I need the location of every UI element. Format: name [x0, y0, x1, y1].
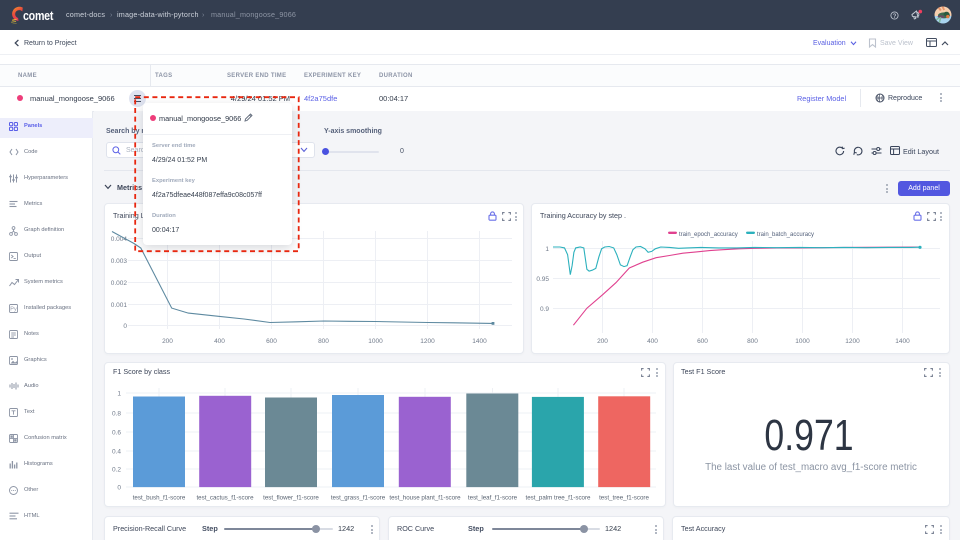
svg-text:0.004: 0.004 — [111, 236, 128, 243]
svg-text:test_flower_f1-score: test_flower_f1-score — [263, 495, 319, 502]
svg-text:0: 0 — [117, 484, 121, 491]
svg-text:200: 200 — [597, 338, 608, 345]
svg-text:test_palm tree_f1-score: test_palm tree_f1-score — [526, 495, 592, 502]
svg-text:600: 600 — [697, 338, 708, 345]
svg-text:800: 800 — [747, 338, 758, 345]
svg-text:0.6: 0.6 — [112, 429, 121, 436]
svg-text:test_grass_f1-score: test_grass_f1-score — [331, 495, 386, 502]
svg-text:0.001: 0.001 — [111, 302, 128, 309]
svg-text:test_tree_f1-score: test_tree_f1-score — [599, 495, 649, 502]
svg-text:0.8: 0.8 — [112, 410, 121, 417]
svg-text:1200: 1200 — [420, 338, 435, 345]
svg-text:1200: 1200 — [845, 338, 860, 345]
svg-text:400: 400 — [214, 338, 225, 345]
svg-text:400: 400 — [647, 338, 658, 345]
svg-text:0.9: 0.9 — [540, 306, 549, 313]
svg-text:1000: 1000 — [795, 338, 810, 345]
svg-text:0.002: 0.002 — [111, 280, 128, 287]
svg-text:train_epoch_accuracy: train_epoch_accuracy — [679, 232, 738, 238]
svg-text:test_house plant_f1-score: test_house plant_f1-score — [389, 495, 461, 502]
svg-text:Py: Py — [10, 307, 17, 313]
svg-text:test_cactus_f1-score: test_cactus_f1-score — [196, 495, 254, 502]
svg-text:200: 200 — [162, 338, 173, 345]
svg-text:test_bush_f1-score: test_bush_f1-score — [133, 495, 186, 502]
svg-text:1400: 1400 — [472, 338, 487, 345]
svg-text:0: 0 — [123, 323, 127, 330]
svg-text:0.003: 0.003 — [111, 258, 128, 265]
svg-text:0.95: 0.95 — [536, 276, 549, 283]
svg-text:1000: 1000 — [368, 338, 383, 345]
svg-text:0.4: 0.4 — [112, 448, 121, 455]
svg-text:1: 1 — [117, 390, 121, 397]
svg-text:800: 800 — [318, 338, 329, 345]
svg-text:600: 600 — [266, 338, 277, 345]
svg-text:0.2: 0.2 — [112, 466, 121, 473]
svg-text:test_leaf_f1-score: test_leaf_f1-score — [468, 495, 518, 502]
svg-text:1: 1 — [545, 246, 549, 253]
svg-text:1400: 1400 — [895, 338, 910, 345]
svg-text:train_batch_accuracy: train_batch_accuracy — [757, 232, 814, 238]
